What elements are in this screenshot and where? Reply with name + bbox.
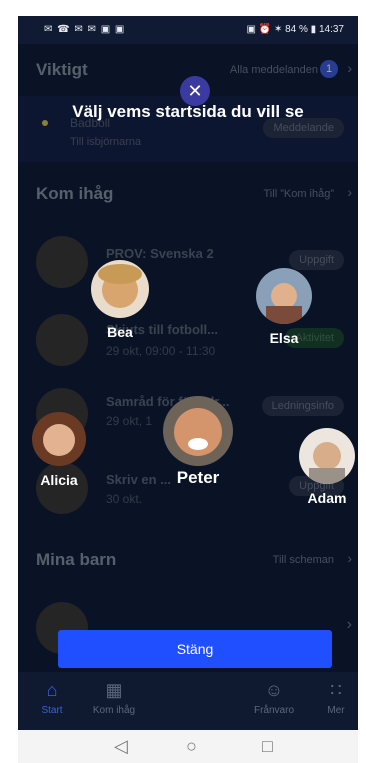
person-icon: ☺ (264, 680, 284, 700)
android-navigation-bar: ◁ ○ □ (18, 730, 358, 763)
child-name: Bea (107, 324, 133, 340)
modal-backdrop[interactable] (18, 44, 358, 730)
child-name: Peter (176, 468, 220, 487)
child-avatar-icon (299, 428, 355, 484)
home-icon: ⌂ (46, 680, 58, 700)
back-icon[interactable]: ◁ (114, 736, 128, 757)
nav-item-remember[interactable]: ▦ Kom ihåg (84, 680, 144, 716)
child-option-peter[interactable]: Peter (162, 396, 234, 488)
child-photo (163, 396, 233, 466)
child-avatar-icon (163, 396, 233, 466)
recent-apps-icon[interactable]: □ (262, 736, 273, 757)
child-photo (256, 268, 312, 324)
phone-screen: ✉ ☎ ✉ ✉ ▣ ▣ ▣ ⏰ ✶ 84 % ▮ 14:37 Viktigt A… (18, 16, 358, 763)
child-name: Elsa (269, 330, 299, 346)
status-icons-right: ▣ ⏰ ✶ 84 % ▮ 14:37 (246, 24, 345, 35)
nav-label: Frånvaro (253, 705, 294, 716)
close-button[interactable]: Stäng (58, 630, 332, 668)
child-photo (91, 260, 149, 318)
child-name: Adam (307, 490, 347, 506)
status-icons-left: ✉ ☎ ✉ ✉ ▣ ▣ (44, 24, 126, 35)
nav-label: Start (41, 705, 63, 716)
child-photo (299, 428, 355, 484)
child-option-alicia[interactable]: Alicia (30, 412, 88, 488)
child-avatar-icon (91, 260, 149, 318)
bottom-navigation: ⌂ Start ▦ Kom ihåg ☺ Frånvaro ∷ Mer (18, 672, 358, 730)
child-option-bea[interactable]: Bea (90, 260, 150, 340)
status-bar: ✉ ☎ ✉ ✉ ▣ ▣ ▣ ⏰ ✶ 84 % ▮ 14:37 (18, 16, 358, 44)
calendar-icon: ▦ (105, 680, 123, 700)
nav-label: Kom ihåg (92, 705, 136, 716)
home-circle-icon[interactable]: ○ (186, 736, 197, 757)
nav-item-absence[interactable]: ☺ Frånvaro (244, 680, 304, 716)
nav-item-start[interactable]: ⌂ Start (32, 680, 72, 716)
nav-item-more[interactable]: ∷ Mer (318, 680, 354, 716)
child-name: Alicia (40, 472, 78, 488)
nav-label: Mer (327, 705, 345, 716)
grid-icon: ∷ (330, 680, 342, 700)
child-option-adam[interactable]: Adam (298, 428, 356, 506)
child-avatar-icon (256, 268, 312, 324)
child-avatar-icon (32, 412, 86, 466)
child-option-elsa[interactable]: Elsa (254, 268, 314, 346)
child-photo (32, 412, 86, 466)
modal-title: Välj vems startsida du vill se (72, 102, 304, 121)
